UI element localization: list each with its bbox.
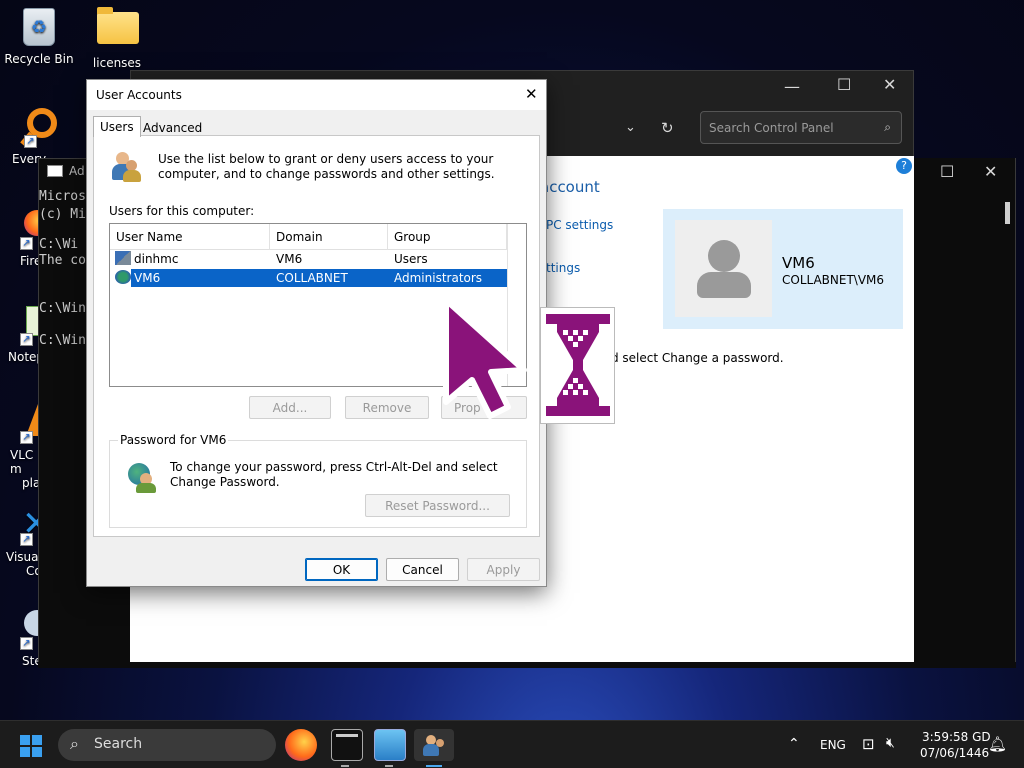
close-icon[interactable]: ✕ — [883, 75, 896, 94]
cmd-icon — [47, 165, 63, 177]
cell-domain: COLLABNET — [276, 271, 348, 285]
close-icon[interactable]: ✕ — [525, 85, 538, 103]
ok-button[interactable]: OK — [305, 558, 378, 581]
column-header-group[interactable]: Group — [388, 224, 507, 250]
language-indicator[interactable]: ENG — [820, 738, 846, 752]
listview-header: User Name Domain Group — [110, 224, 526, 250]
taskbar: ⌕ Search ⌃ ENG ⊡ 🔇︎ 3:59:58 GD 07/06/144… — [0, 720, 1024, 768]
hourglass-glass — [557, 324, 599, 406]
dialog-title: User Accounts — [96, 88, 182, 102]
running-indicator — [385, 765, 393, 767]
folder-icon — [97, 7, 139, 52]
hourglass-top-bar — [546, 314, 610, 324]
minimize-icon[interactable]: — — [784, 77, 800, 96]
cell-user-name: VM6 — [134, 271, 161, 285]
intro-text: Use the list below to grant or deny user… — [158, 152, 495, 181]
password-instructions: To change your password, press Ctrl-Alt-… — [170, 460, 498, 489]
busy-hourglass-icon — [540, 307, 615, 424]
tab-users[interactable]: Users — [93, 116, 141, 137]
maximize-icon[interactable]: ☐ — [940, 162, 954, 181]
control-panel-taskbar-icon[interactable] — [374, 729, 406, 761]
control-panel-search[interactable]: Search Control Panel ⌕ — [700, 111, 902, 144]
close-icon[interactable]: ✕ — [984, 162, 997, 181]
desktop-icon-recycle-bin[interactable]: Recycle Bin — [4, 8, 74, 66]
cmd-scrollbar[interactable] — [1005, 202, 1010, 224]
notification-bell-icon[interactable]: 🔔︎ — [988, 735, 1007, 753]
password-group-label: Password for VM6 — [118, 433, 229, 447]
chevron-up-icon[interactable]: ⌃ — [788, 736, 800, 752]
cmd-line: C:\Win — [39, 333, 86, 348]
add-user-button[interactable]: Add... — [249, 396, 331, 419]
mouse-pointer-icon — [443, 297, 527, 419]
cell-domain: VM6 — [276, 252, 303, 266]
users-group-icon — [108, 152, 142, 184]
taskbar-search-label: Search — [94, 736, 143, 752]
windows-start-icon[interactable] — [20, 735, 42, 757]
clock-date[interactable]: 07/06/1446 — [920, 746, 989, 760]
desktop-icon-label: Recycle Bin — [4, 52, 74, 66]
chevron-down-icon[interactable]: ⌄ — [625, 120, 636, 135]
search-icon: ⌕ — [70, 734, 79, 753]
column-header-domain[interactable]: Domain — [270, 224, 388, 250]
cell-group: Users — [394, 252, 428, 266]
network-icon[interactable]: ⊡ — [862, 735, 875, 753]
maximize-icon[interactable]: ☐ — [837, 75, 851, 94]
cancel-button[interactable]: Cancel — [386, 558, 459, 581]
domain-user-icon — [115, 270, 131, 284]
running-indicator — [341, 765, 349, 767]
table-row[interactable]: dinhmc VM6 Users — [110, 250, 507, 268]
search-placeholder: Search Control Panel — [709, 121, 834, 135]
desktop-icon-licenses[interactable]: licenses — [82, 7, 152, 70]
cmd-title: Ad — [69, 164, 85, 178]
user-icon — [115, 251, 131, 265]
cmd-line: The co — [39, 253, 86, 268]
taskbar-search[interactable]: ⌕ Search — [58, 729, 276, 761]
cell-group: Administrators — [394, 271, 483, 285]
cmd-window-edge: ☐ ✕ — [914, 158, 1016, 668]
reset-password-button[interactable]: Reset Password... — [365, 494, 510, 517]
users-list-label: Users for this computer: — [109, 204, 255, 218]
dialog-title-bar[interactable]: User Accounts ✕ — [87, 80, 546, 110]
desktop-icon-everything[interactable]: ↗ Every — [4, 106, 57, 166]
cmd-line: C:\Win — [39, 301, 86, 316]
recycle-bin-icon — [19, 8, 59, 48]
hourglass-bottom-bar — [546, 406, 610, 416]
cmd-line: Micros — [39, 189, 86, 204]
firefox-taskbar-icon[interactable] — [285, 729, 317, 761]
remove-user-button[interactable]: Remove — [345, 396, 429, 419]
column-header-user-name[interactable]: User Name — [110, 224, 270, 250]
user-accounts-taskbar-icon[interactable] — [414, 729, 454, 761]
cmd-line: (c) Mi — [39, 207, 86, 222]
table-row[interactable]: VM6 COLLABNET Administrators — [110, 269, 507, 287]
cmd-line: C:\Wi — [39, 237, 79, 252]
search-icon: ⌕ — [884, 120, 891, 134]
everything-search-icon: ↗ — [22, 108, 62, 148]
desktop-icon-label: licenses — [92, 56, 142, 70]
terminal-taskbar-icon[interactable] — [331, 729, 363, 761]
apply-button[interactable]: Apply — [467, 558, 540, 581]
user-key-icon — [126, 461, 158, 493]
refresh-icon[interactable]: ↻ — [661, 119, 674, 137]
clock-time[interactable]: 3:59:58 GD — [922, 730, 991, 744]
speaker-muted-icon[interactable]: 🔇︎ — [886, 735, 895, 751]
cell-user-name: dinhmc — [134, 252, 179, 266]
cmd-window-bottom — [38, 662, 1016, 668]
active-indicator — [426, 765, 442, 767]
